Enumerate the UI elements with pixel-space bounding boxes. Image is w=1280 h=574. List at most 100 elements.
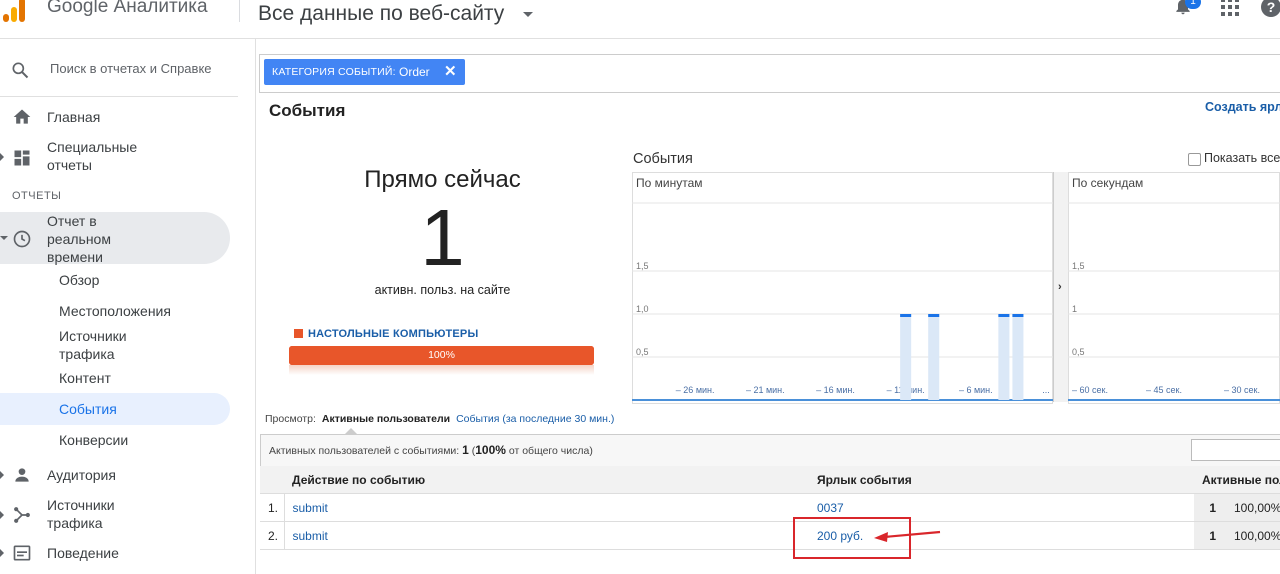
y-tick-label: 1,5 [1072,261,1085,271]
search-input[interactable] [44,55,218,81]
chart-subtitle: По секундам [1072,176,1143,190]
bar-top [998,314,1010,317]
sidebar-subitem-events[interactable]: События [59,400,117,418]
summary-prefix: Активных пользователей с событиями: [269,445,460,457]
behavior-icon [13,545,31,561]
event-action-link[interactable]: submit [284,521,809,550]
create-shortcut-link[interactable]: Создать ярлык [1205,100,1280,114]
active-users-percent: 100,00% [1226,521,1280,550]
y-tick-label: 0,5 [1072,347,1085,357]
chart-frame [632,172,1053,404]
apps-grid-icon[interactable] [1221,0,1239,16]
sidebar-item-label: Специальные отчеты [47,139,138,173]
bar-area [1012,314,1024,400]
sidebar-subitem-overview[interactable]: Обзор [59,271,99,289]
row-index: 1. [260,493,285,522]
notification-badge: 1 [1185,0,1201,9]
active-users-value: 1 [1194,493,1226,522]
sidebar-divider [0,96,238,97]
search-icon [12,62,29,79]
sidebar-subitem-locations[interactable]: Местоположения [59,302,171,320]
row-index: 2. [260,521,285,550]
sidebar-item-custom-reports[interactable]: Специальные отчеты [0,138,240,176]
x-tick-label: – 26 мин. [676,385,715,395]
summary-percent: 100% [475,443,506,457]
col-event-label[interactable]: Ярлык события [809,466,1194,494]
sidebar-item-behavior[interactable]: Поведение [0,543,240,563]
chevron-right-icon: › [1058,281,1062,293]
filter-chip[interactable]: КАТЕГОРИЯ СОБЫТИЙ: Order ✕ [264,59,465,85]
sidebar-subitem-traffic-sources[interactable]: Источники трафика [59,327,169,363]
header-divider [239,0,240,22]
sidebar-item-label: Главная [47,109,101,125]
show-all-label[interactable]: Показать все [1204,151,1280,165]
sidebar-item-home[interactable]: Главная [0,107,240,127]
expand-arrow-icon [0,511,4,519]
summary-text: Активных пользователей с событиями: 1 (1… [269,443,593,457]
summary-count: 1 [462,443,469,457]
per-minute-chart: По минутам 1,5 1,0 0,5 – 26 мин. – 21 мин. – 1… [632,172,1053,404]
tab-events-30min[interactable]: События (за последние 30 мин.) [456,413,614,425]
col-event-action[interactable]: Действие по событию [284,466,809,494]
x-tick-label: – 21 мин. [746,385,785,395]
table-row: 1. submit 0037 1 100,00% [260,493,1280,522]
person-icon [15,468,29,482]
summary-suffix: от общего числа [508,445,590,457]
x-tick-label: ... [1042,385,1050,395]
sidebar-subitem-conversions[interactable]: Конверсии [59,431,128,449]
active-users-count: 1 [420,193,465,282]
tab-active-users[interactable]: Активные пользователи [322,413,450,425]
sidebar-item-realtime[interactable]: Отчет в реальном времени [0,212,240,265]
device-legend-label[interactable]: НАСТОЛЬНЫЕ КОМПЬЮТЕРЫ [308,328,478,340]
table-search-input[interactable] [1191,439,1280,461]
summary-bar: Активных пользователей с событиями: 1 (1… [260,434,1280,467]
sidebar-item-label: Поведение [47,545,119,561]
per-second-chart: По секундам 1,5 1 0,5 – 60 сек. – 45 сек. – 30… [1068,172,1280,404]
chart-title: События [633,151,693,167]
help-icon[interactable]: ? [1261,0,1280,17]
chart-subtitle: По минутам [636,176,703,190]
right-now-title: Прямо сейчас [364,166,521,193]
close-icon[interactable]: ✕ [444,59,458,85]
bar-area [998,314,1010,400]
expand-arrow-icon [0,153,4,161]
sidebar-item-label: Аудитория [47,467,116,483]
expand-arrow-icon [0,549,4,557]
col-index [260,466,284,494]
page-title: События [269,101,346,120]
bar-top [1012,314,1024,317]
active-users-value: 1 [1194,521,1226,550]
view-selector: Просмотр: Активные пользователи События (з… [265,413,614,425]
col-active-users[interactable]: Активные пользователи [1194,466,1280,494]
analytics-logo-icon[interactable] [3,0,31,22]
annotation-arrow-icon [874,530,941,542]
clock-icon [13,230,31,248]
sidebar-item-audience[interactable]: Аудитория [0,465,240,485]
collapse-arrow-icon [0,236,8,240]
sidebar-item-acquisition[interactable]: Источники трафика [0,496,240,534]
expand-arrow-icon [0,471,4,479]
sidebar-item-label: Источники трафика [47,497,115,531]
chevron-down-icon[interactable] [523,12,533,17]
active-users-percent: 100,00% [1226,493,1280,522]
y-tick-label: 1,0 [636,304,649,314]
y-tick-label: 0,5 [636,347,649,357]
property-selector[interactable]: Все данные по веб-сайту [258,2,504,26]
sidebar-subitem-content[interactable]: Контент [59,369,111,387]
main-border [255,39,256,574]
bar-area [900,314,912,400]
device-bar-shadow [289,365,594,375]
view-label: Просмотр: [265,413,316,425]
device-share-bar: 100% [289,346,594,365]
acquisition-icon [14,507,30,523]
bar-top [928,314,940,317]
chart-frame [1068,172,1280,404]
sidebar-item-label: Отчет в реальном времени [47,213,111,265]
bar-top [900,314,912,317]
brand-name[interactable]: Google Аналитика [47,0,208,18]
y-tick-label: 1,5 [636,261,649,271]
reports-section-header: ОТЧЕТЫ [12,190,62,202]
x-tick-label: – 30 сек. [1224,385,1260,395]
show-all-checkbox[interactable] [1188,153,1201,166]
event-action-link[interactable]: submit [284,493,809,522]
